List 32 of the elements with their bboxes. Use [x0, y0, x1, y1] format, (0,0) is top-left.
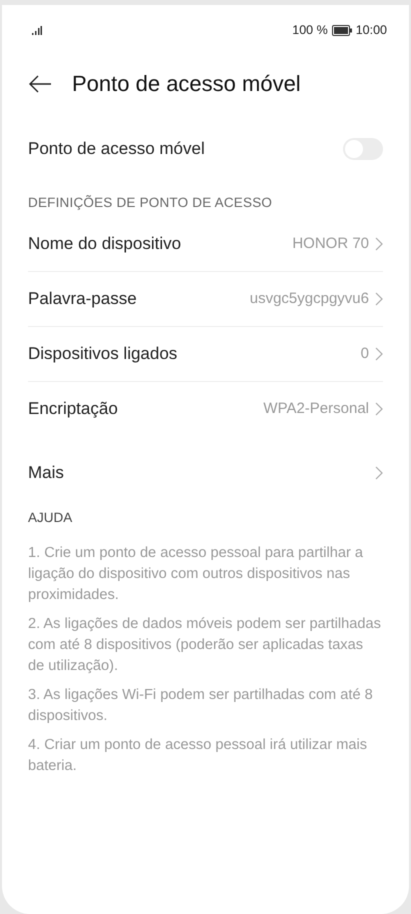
help-text: 4. Criar um ponto de acesso pessoal irá utilizar mais bateria.: [28, 736, 368, 776]
setting-value: WPA2-Personal: [263, 400, 369, 417]
chevron-right-icon: [375, 402, 383, 416]
settings-row[interactable]: Dispositivos ligados 0: [2, 326, 409, 381]
setting-label: Mais: [28, 463, 64, 483]
settings-row[interactable]: Nome do dispositivo HONOR 70: [2, 216, 409, 271]
signal-icon: [32, 26, 42, 34]
setting-label: Encriptação: [28, 398, 118, 418]
page-title: Ponto de acesso móvel: [72, 71, 301, 97]
help-text: 2. As ligações de dados móveis podem ser partilhadas com até 8 dispositivos (poderão ser aplicadas taxas de utilização).: [28, 615, 382, 676]
setting-value: usvgc5ygcpgyvu6: [250, 290, 369, 307]
setting-label: Nome do dispositivo: [28, 234, 182, 254]
setting-value: HONOR 70: [292, 235, 369, 252]
help-text: 1. Crie um ponto de acesso pessoal para partilhar a ligação do dispositivo com outros dispositivos nas proximidades.: [28, 544, 364, 605]
chevron-right-icon: [375, 466, 383, 480]
settings-row[interactable]: Palavra-passe usvgc5ygcpgyvu6: [2, 271, 409, 326]
help-text: 3. As ligações Wi-Fi podem ser partilhadas com até 8 dispositivos.: [28, 686, 374, 726]
setting-label: Palavra-passe: [28, 288, 137, 308]
chevron-right-icon: [375, 292, 383, 306]
settings-row[interactable]: Mais: [2, 442, 409, 504]
section-header: AJUDA: [28, 509, 74, 527]
settings-row[interactable]: Encriptação WPA2-Personal: [2, 381, 409, 436]
setting-label: Dispositivos ligados: [28, 344, 178, 364]
chevron-right-icon: [375, 236, 383, 250]
setting-label: Ponto de acesso móvel: [28, 139, 205, 159]
section-header: DEFINIÇÕES DE PONTO DE ACESSO: [27, 194, 274, 212]
back-arrow-icon[interactable]: [28, 75, 52, 93]
chevron-right-icon: [375, 346, 383, 360]
clock: 10:00: [356, 23, 387, 37]
battery-icon: [332, 24, 352, 36]
battery-percent: 100 %: [292, 23, 328, 37]
setting-value: 0: [360, 345, 369, 362]
